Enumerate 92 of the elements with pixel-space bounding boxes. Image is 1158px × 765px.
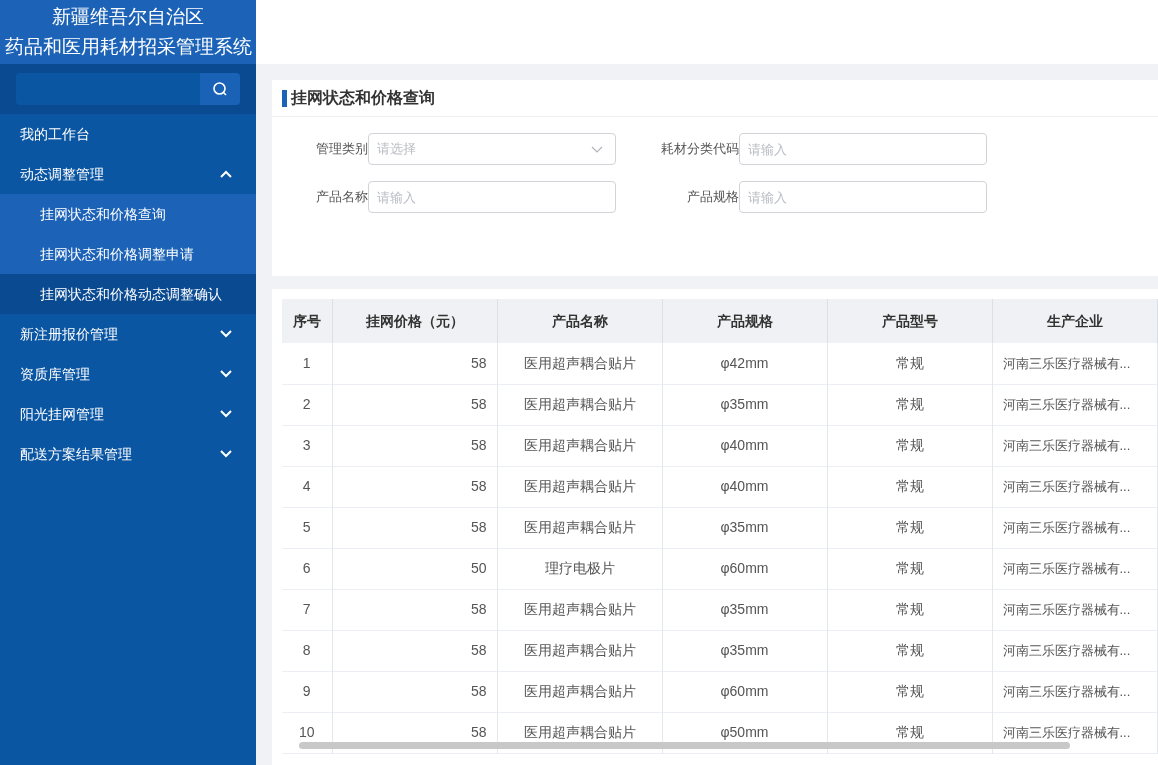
table-cell: 58: [332, 343, 497, 384]
system-title: 新疆维吾尔自治区: [52, 5, 204, 29]
menu-item[interactable]: 我的工作台: [0, 114, 256, 154]
menu-label: 我的工作台: [20, 124, 90, 144]
search-button[interactable]: [200, 73, 240, 105]
table-cell: 常规: [827, 589, 992, 630]
table-cell: 医用超声耦合贴片: [497, 343, 662, 384]
menu-label: 配送方案结果管理: [20, 444, 132, 464]
table-cell: 河南三乐医疗器械有...: [992, 507, 1157, 548]
table-cell: 2: [282, 384, 332, 425]
table-cell: φ40mm: [662, 425, 827, 466]
menu-item[interactable]: 资质库管理: [0, 354, 256, 394]
table-cell: 常规: [827, 671, 992, 712]
table-cell: 58: [332, 671, 497, 712]
table-cell: φ40mm: [662, 466, 827, 507]
table-cell: 河南三乐医疗器械有...: [992, 671, 1157, 712]
table-cell: 河南三乐医疗器械有...: [992, 548, 1157, 589]
table-cell: 常规: [827, 548, 992, 589]
table-cell: 河南三乐医疗器械有...: [992, 589, 1157, 630]
table-cell: 常规: [827, 384, 992, 425]
table-cell: φ35mm: [662, 630, 827, 671]
table-cell: 医用超声耦合贴片: [497, 630, 662, 671]
menu-label: 动态调整管理: [20, 164, 104, 184]
table-cell: 医用超声耦合贴片: [497, 507, 662, 548]
select-placeholder: 请选择: [377, 140, 416, 159]
filter-label: 产品规格: [686, 188, 739, 207]
table-cell: φ60mm: [662, 671, 827, 712]
menu-label: 阳光挂网管理: [20, 404, 104, 424]
submenu-item[interactable]: 挂网状态和价格动态调整确认: [0, 274, 256, 314]
table-cell: φ60mm: [662, 548, 827, 589]
table-cell: 3: [282, 425, 332, 466]
table-cell: φ35mm: [662, 507, 827, 548]
table-cell: 常规: [827, 630, 992, 671]
menu-item[interactable]: 新注册报价管理: [0, 314, 256, 354]
table-cell: 58: [332, 630, 497, 671]
table-cell: 7: [282, 589, 332, 630]
column-header: 产品型号: [827, 299, 992, 343]
table-cell: 医用超声耦合贴片: [497, 671, 662, 712]
table-cell: 医用超声耦合贴片: [497, 425, 662, 466]
system-title: 药品和医用耗材招采管理系统: [4, 35, 252, 59]
table-cell: 50: [332, 548, 497, 589]
chevron-down-icon: [591, 145, 603, 153]
table-cell: φ42mm: [662, 343, 827, 384]
table-cell: 医用超声耦合贴片: [497, 384, 662, 425]
table-cell: 常规: [827, 466, 992, 507]
column-header: 生产企业: [992, 299, 1157, 343]
table-cell: 58: [332, 589, 497, 630]
table-cell: 医用超声耦合贴片: [497, 466, 662, 507]
table-cell: 河南三乐医疗器械有...: [992, 384, 1157, 425]
column-header: 产品名称: [497, 299, 662, 343]
filter-label: 管理类别: [315, 140, 368, 159]
table-cell: 5: [282, 507, 332, 548]
horizontal-scrollbar[interactable]: [299, 742, 1070, 749]
menu-item[interactable]: 配送方案结果管理: [0, 434, 256, 474]
table-cell: 1: [282, 343, 332, 384]
table-cell: 理疗电极片: [497, 548, 662, 589]
menu-label: 资质库管理: [20, 364, 90, 384]
table-cell: 58: [332, 425, 497, 466]
table-cell: 河南三乐医疗器械有...: [992, 466, 1157, 507]
menu-item[interactable]: 动态调整管理: [0, 154, 256, 194]
table-cell: 河南三乐医疗器械有...: [992, 425, 1157, 466]
filter-label: 耗材分类代码: [660, 140, 739, 159]
table-cell: 58: [332, 466, 497, 507]
submenu-item[interactable]: 挂网状态和价格调整申请: [0, 234, 256, 274]
table-cell: 4: [282, 466, 332, 507]
panel-title: 挂网状态和价格查询: [291, 88, 435, 108]
input-field[interactable]: 请输入: [739, 133, 987, 165]
menu-label: 新注册报价管理: [20, 324, 118, 344]
input-field[interactable]: 请输入: [368, 181, 616, 213]
search-field[interactable]: [16, 73, 240, 105]
table-cell: 常规: [827, 425, 992, 466]
submenu-item[interactable]: 挂网状态和价格查询: [0, 194, 256, 234]
column-header: 序号: [282, 299, 332, 343]
menu-item[interactable]: 阳光挂网管理: [0, 394, 256, 434]
table-cell: 9: [282, 671, 332, 712]
table-cell: 常规: [827, 343, 992, 384]
column-header: 产品规格: [662, 299, 827, 343]
table-cell: 58: [332, 384, 497, 425]
table-cell: 河南三乐医疗器械有...: [992, 630, 1157, 671]
table-cell: φ35mm: [662, 589, 827, 630]
search-icon: [212, 81, 228, 97]
table-cell: 8: [282, 630, 332, 671]
column-header: 挂网价格（元）: [332, 299, 497, 343]
table-cell: 6: [282, 548, 332, 589]
title-accent: [282, 89, 287, 107]
input-field[interactable]: 请输入: [739, 181, 987, 213]
table-cell: 58: [332, 507, 497, 548]
table-cell: 常规: [827, 507, 992, 548]
table-cell: φ35mm: [662, 384, 827, 425]
filter-label: 产品名称: [315, 188, 368, 207]
table-cell: 河南三乐医疗器械有...: [992, 343, 1157, 384]
table-cell: 医用超声耦合贴片: [497, 589, 662, 630]
